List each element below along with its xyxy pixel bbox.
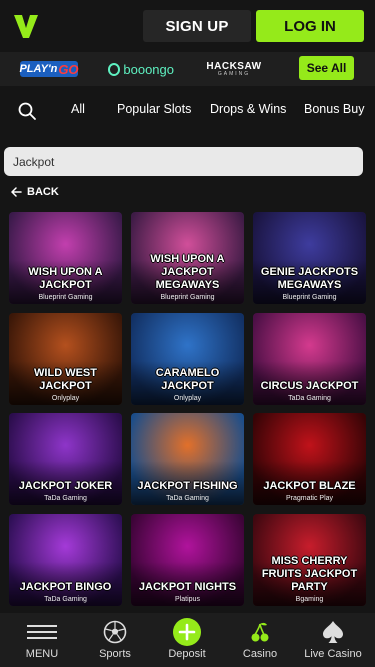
plus-icon — [173, 618, 201, 646]
cherry-icon — [251, 622, 269, 642]
provider-hacksaw-logo[interactable]: HACKSAW GAMING — [206, 61, 261, 77]
game-provider: Pragmatic Play — [285, 495, 334, 502]
game-card[interactable]: Wish Upon a Jackpot Blueprint Gaming — [9, 212, 122, 304]
game-provider: Onlyplay — [173, 395, 202, 402]
search-icon[interactable] — [17, 101, 37, 121]
game-card[interactable]: Genie Jackpots Megaways Blueprint Gaming — [253, 212, 366, 304]
nav-sports-label: Sports — [99, 648, 131, 660]
game-title: Jackpot Nights — [138, 581, 237, 593]
arrow-left-icon — [11, 187, 22, 197]
provider-hacksaw-text: HACKSAW — [206, 60, 262, 72]
hamburger-icon — [27, 625, 57, 639]
game-provider: Blueprint Gaming — [282, 294, 337, 301]
game-card[interactable]: Jackpot Joker TaDa Gaming — [9, 413, 122, 505]
bottom-nav: MENU Sports Deposit Casino Live Casino — [0, 613, 375, 667]
category-tabs: All Popular Slots Drops & Wins Bonus Buy — [0, 86, 375, 132]
nav-casino[interactable]: Casino — [235, 613, 285, 667]
game-card[interactable]: Jackpot Nights Platipus — [131, 514, 244, 606]
provider-booongo-text: booongo — [123, 61, 174, 77]
game-card[interactable]: Wild West Jackpot Onlyplay — [9, 313, 122, 405]
game-provider: TaDa Gaming — [44, 495, 87, 502]
nav-deposit[interactable]: Deposit — [162, 613, 212, 667]
game-provider: Platipus — [175, 596, 200, 603]
provider-hacksaw-subtext: GAMING — [217, 70, 251, 77]
search-input[interactable]: Jackpot — [4, 147, 363, 176]
game-title: Caramelo Jackpot — [155, 367, 220, 392]
game-title: Jackpot Bingo — [19, 581, 112, 593]
booongo-ring-icon — [108, 62, 121, 76]
game-title: Miss Cherry Fruits Jackpot Party — [261, 555, 358, 593]
game-card[interactable]: Jackpot Blaze Pragmatic Play — [253, 413, 366, 505]
back-button[interactable]: BACK — [11, 186, 59, 198]
provider-booongo-logo[interactable]: booongo — [108, 61, 174, 77]
game-provider: Blueprint Gaming — [160, 294, 215, 301]
provider-playngo-logo[interactable]: PLAY'n GO — [19, 61, 79, 77]
nav-menu-label: MENU — [25, 648, 59, 660]
game-provider: Bgaming — [295, 596, 324, 603]
game-title: Jackpot Fishing — [137, 480, 238, 492]
nav-sports[interactable]: Sports — [90, 613, 140, 667]
game-provider: Onlyplay — [51, 395, 80, 402]
game-card[interactable]: Jackpot Bingo TaDa Gaming — [9, 514, 122, 606]
spade-icon — [323, 621, 343, 643]
game-provider: Blueprint Gaming — [38, 294, 93, 301]
game-title: Jackpot Joker — [18, 480, 113, 492]
game-provider: TaDa Gaming — [44, 596, 87, 603]
see-all-button[interactable]: See All — [299, 56, 354, 80]
game-provider: TaDa Gaming — [166, 495, 209, 502]
logo-icon[interactable] — [12, 12, 40, 40]
log-in-button[interactable]: LOG IN — [256, 10, 364, 42]
nav-live-casino-label: Live Casino — [304, 648, 362, 660]
game-card[interactable]: Jackpot Fishing TaDa Gaming — [131, 413, 244, 505]
tab-bonus-buy[interactable]: Bonus Buy — [304, 102, 364, 116]
game-title: Wish Upon a Jackpot Megaways — [150, 253, 225, 291]
soccer-ball-icon — [103, 620, 127, 644]
game-title: Wish Upon a Jackpot — [28, 266, 103, 291]
tab-popular-slots[interactable]: Popular Slots — [117, 102, 191, 116]
provider-playngo-text: PLAY'n — [19, 63, 58, 75]
sign-up-button[interactable]: SIGN UP — [143, 10, 251, 42]
provider-playngo-go: GO — [58, 61, 79, 77]
nav-casino-label: Casino — [242, 648, 278, 660]
nav-deposit-label: Deposit — [168, 648, 206, 660]
game-card[interactable]: Miss Cherry Fruits Jackpot Party Bgaming — [253, 514, 366, 606]
game-title: Genie Jackpots Megaways — [260, 266, 359, 291]
game-card[interactable]: Wish Upon a Jackpot Megaways Blueprint Ga… — [131, 212, 244, 304]
game-title: Jackpot Blaze — [263, 480, 356, 492]
game-card[interactable]: Caramelo Jackpot Onlyplay — [131, 313, 244, 405]
tab-all[interactable]: All — [71, 102, 85, 116]
game-card[interactable]: Circus Jackpot TaDa Gaming — [253, 313, 366, 405]
back-label: BACK — [27, 186, 59, 198]
game-title: Circus Jackpot — [260, 380, 359, 392]
tab-drops-wins[interactable]: Drops & Wins — [210, 102, 286, 116]
game-provider: TaDa Gaming — [288, 395, 331, 402]
nav-live-casino[interactable]: Live Casino — [302, 613, 364, 667]
top-bar: SIGN UP LOG IN — [0, 0, 375, 52]
game-title: Wild West Jackpot — [34, 367, 97, 392]
nav-menu[interactable]: MENU — [17, 613, 67, 667]
